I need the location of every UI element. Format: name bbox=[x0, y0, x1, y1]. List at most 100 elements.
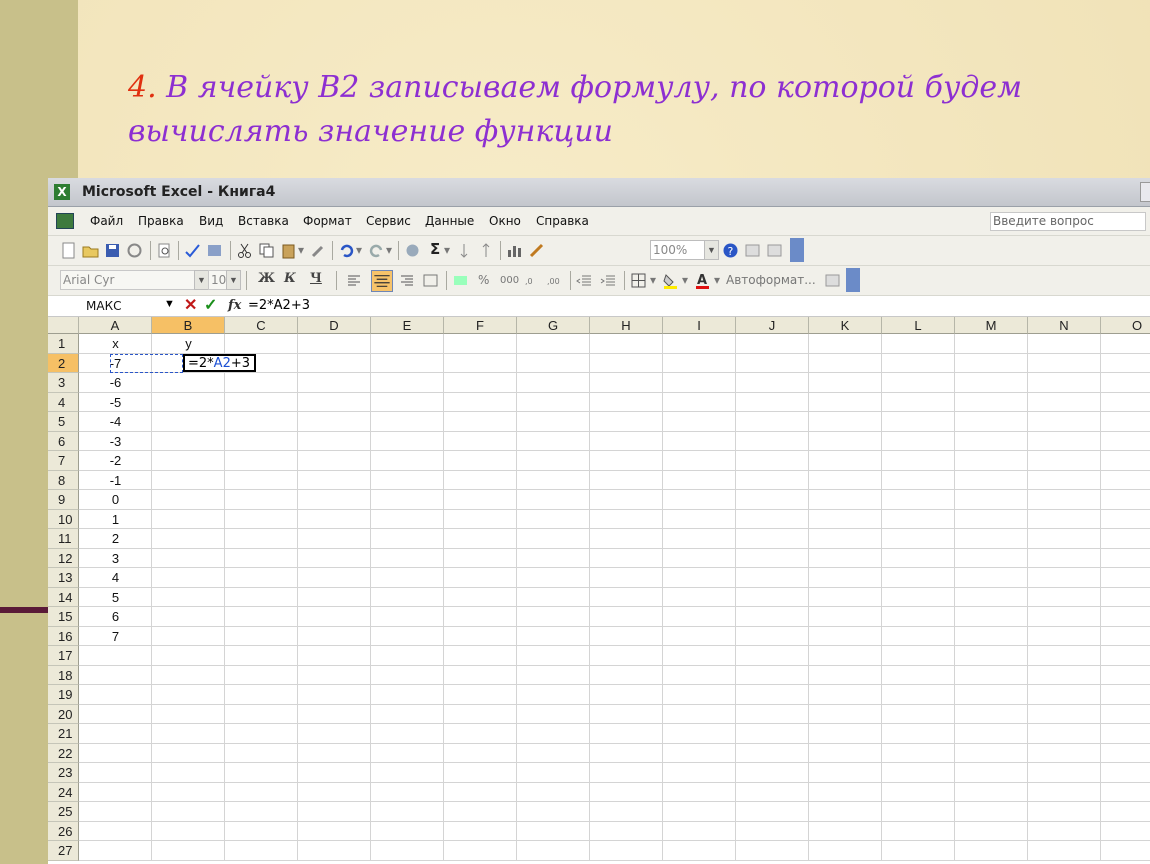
column-header-h[interactable]: H bbox=[590, 317, 663, 334]
active-cell-b2-editor[interactable]: =2*A2+3 bbox=[183, 353, 256, 372]
cut-icon[interactable] bbox=[236, 242, 253, 259]
row-header-12[interactable]: 12 bbox=[48, 548, 79, 568]
chevron-down-icon[interactable]: ▾ bbox=[386, 243, 392, 257]
print-preview-icon[interactable] bbox=[156, 242, 173, 259]
hyperlink-icon[interactable] bbox=[404, 242, 421, 259]
cell-a7[interactable]: -2 bbox=[79, 451, 152, 470]
column-header-i[interactable]: I bbox=[663, 317, 736, 334]
chart-wizard-icon[interactable] bbox=[506, 242, 523, 259]
sort-ascending-icon[interactable] bbox=[456, 242, 473, 259]
column-header-f[interactable]: F bbox=[444, 317, 517, 334]
row-header-13[interactable]: 13 bbox=[48, 568, 79, 588]
help-icon[interactable]: ? bbox=[722, 242, 739, 259]
row-header-4[interactable]: 4 bbox=[48, 392, 79, 412]
row-header-6[interactable]: 6 bbox=[48, 431, 79, 451]
align-center-button[interactable] bbox=[371, 270, 393, 292]
copy-icon[interactable] bbox=[258, 242, 275, 259]
autosum-icon[interactable]: Σ bbox=[430, 240, 440, 258]
column-header-b[interactable]: B bbox=[152, 317, 225, 334]
cell-a8[interactable]: -1 bbox=[79, 471, 152, 490]
spelling-icon[interactable] bbox=[184, 242, 201, 259]
column-header-c[interactable]: C bbox=[225, 317, 298, 334]
cell-a3[interactable]: -6 bbox=[79, 373, 152, 392]
column-header-a[interactable]: A bbox=[79, 317, 152, 334]
cell-a5[interactable]: -4 bbox=[79, 412, 152, 431]
row-header-19[interactable]: 19 bbox=[48, 685, 79, 705]
column-header-n[interactable]: N bbox=[1028, 317, 1101, 334]
cell-a16[interactable]: 7 bbox=[79, 627, 152, 646]
underline-button[interactable]: Ч bbox=[310, 271, 322, 286]
insert-function-icon[interactable]: fx bbox=[228, 298, 241, 313]
undo-icon[interactable] bbox=[338, 242, 355, 259]
cell-a12[interactable]: 3 bbox=[79, 549, 152, 568]
column-header-k[interactable]: K bbox=[809, 317, 882, 334]
borders-icon[interactable] bbox=[630, 272, 647, 289]
toolbar-handle[interactable] bbox=[846, 268, 860, 292]
cancel-icon[interactable]: ✕ bbox=[184, 297, 197, 315]
row-header-22[interactable]: 22 bbox=[48, 743, 79, 763]
font-color-icon[interactable]: A bbox=[694, 272, 711, 289]
column-header-o[interactable]: O bbox=[1101, 317, 1150, 334]
row-header-7[interactable]: 7 bbox=[48, 451, 79, 471]
chevron-down-icon[interactable]: ▾ bbox=[444, 243, 450, 257]
column-header-e[interactable]: E bbox=[371, 317, 444, 334]
thousands-button[interactable]: 000 bbox=[500, 275, 519, 286]
toolbar-options-icon[interactable] bbox=[824, 272, 841, 289]
row-header-23[interactable]: 23 bbox=[48, 763, 79, 783]
format-painter-icon[interactable] bbox=[310, 242, 327, 259]
open-folder-icon[interactable] bbox=[82, 242, 99, 259]
row-header-17[interactable]: 17 bbox=[48, 646, 79, 666]
menu-tools[interactable]: Сервис bbox=[366, 214, 411, 228]
decrease-decimal-icon[interactable]: ,00 bbox=[546, 272, 563, 289]
chevron-down-icon[interactable]: ▾ bbox=[650, 273, 656, 287]
currency-icon[interactable] bbox=[452, 272, 469, 289]
document-icon[interactable] bbox=[56, 213, 74, 229]
row-header-3[interactable]: 3 bbox=[48, 373, 79, 393]
row-header-26[interactable]: 26 bbox=[48, 821, 79, 841]
menu-file[interactable]: Файл bbox=[90, 214, 123, 228]
zoom-select[interactable]: 100% bbox=[650, 240, 706, 260]
drawing-icon[interactable] bbox=[528, 242, 545, 259]
row-header-25[interactable]: 25 bbox=[48, 802, 79, 822]
cell-b1[interactable]: y bbox=[152, 334, 225, 353]
column-header-g[interactable]: G bbox=[517, 317, 590, 334]
italic-button[interactable]: К bbox=[284, 271, 296, 286]
cell-a14[interactable]: 5 bbox=[79, 588, 152, 607]
menu-data[interactable]: Данные bbox=[425, 214, 474, 228]
permission-icon[interactable] bbox=[126, 242, 143, 259]
row-header-14[interactable]: 14 bbox=[48, 587, 79, 607]
row-header-20[interactable]: 20 bbox=[48, 704, 79, 724]
column-header-d[interactable]: D bbox=[298, 317, 371, 334]
menu-insert[interactable]: Вставка bbox=[238, 214, 289, 228]
font-name-select[interactable]: Arial Cyr bbox=[60, 270, 200, 290]
font-dropdown-chevron-icon[interactable]: ▼ bbox=[194, 270, 209, 290]
enter-icon[interactable]: ✓ bbox=[204, 297, 217, 315]
save-icon[interactable] bbox=[104, 242, 121, 259]
merge-center-icon[interactable] bbox=[422, 272, 439, 289]
column-header-l[interactable]: L bbox=[882, 317, 955, 334]
sort-descending-icon[interactable] bbox=[478, 242, 495, 259]
row-header-15[interactable]: 15 bbox=[48, 607, 79, 627]
decrease-indent-icon[interactable] bbox=[576, 272, 593, 289]
row-header-21[interactable]: 21 bbox=[48, 724, 79, 744]
autoformat-button[interactable]: Автоформат... bbox=[726, 273, 816, 287]
fill-color-icon[interactable] bbox=[662, 272, 679, 289]
percent-button[interactable]: % bbox=[478, 273, 489, 287]
row-header-1[interactable]: 1 bbox=[48, 334, 79, 354]
paste-icon[interactable] bbox=[280, 242, 297, 259]
align-right-icon[interactable] bbox=[398, 272, 415, 289]
font-size-select[interactable]: 10 bbox=[208, 270, 228, 290]
cell-a1[interactable]: x bbox=[79, 334, 152, 353]
row-header-24[interactable]: 24 bbox=[48, 782, 79, 802]
new-document-icon[interactable] bbox=[60, 242, 77, 259]
cell-a11[interactable]: 2 bbox=[79, 529, 152, 548]
font-size-chevron-icon[interactable]: ▼ bbox=[226, 270, 241, 290]
row-header-9[interactable]: 9 bbox=[48, 490, 79, 510]
chevron-down-icon[interactable]: ▾ bbox=[298, 243, 304, 257]
minimize-button[interactable] bbox=[1140, 182, 1150, 202]
column-header-m[interactable]: M bbox=[955, 317, 1028, 334]
cell-a15[interactable]: 6 bbox=[79, 607, 152, 626]
menu-window[interactable]: Окно bbox=[489, 214, 521, 228]
research-icon[interactable] bbox=[206, 242, 223, 259]
toolbar-options-icon[interactable] bbox=[744, 242, 761, 259]
